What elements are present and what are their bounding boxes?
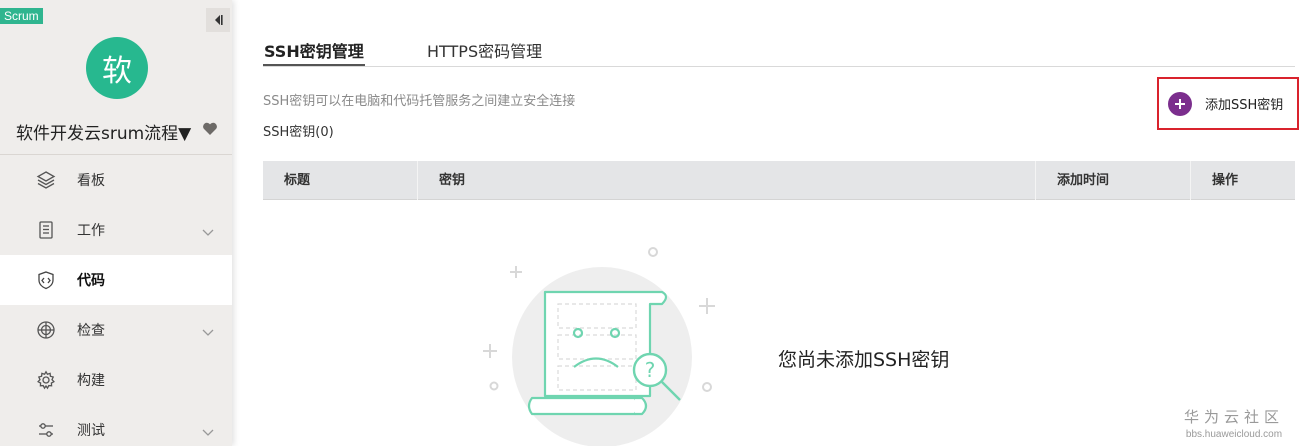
svg-text:?: ? (645, 358, 656, 382)
sidebar-item-code[interactable]: 代码 (0, 255, 232, 305)
sidebar-item-label: 看板 (77, 173, 105, 189)
sidebar-nav: 看板 工作 代码 检查 构建 测试 (0, 155, 232, 446)
ssh-keys-table-header: 标题 密钥 添加时间 操作 (263, 161, 1295, 200)
column-divider (417, 161, 418, 200)
chevron-down-icon[interactable] (202, 324, 214, 342)
column-divider (1035, 161, 1036, 200)
heart-icon[interactable] (202, 122, 218, 141)
plus-icon[interactable] (1168, 91, 1192, 116)
test-switch-icon (36, 420, 56, 440)
tab-bar: SSH密钥管理 HTTPS密码管理 (263, 33, 1295, 67)
document-list-icon (36, 220, 56, 240)
empty-state-illustration: ? (470, 240, 730, 446)
sidebar-item-label: 测试 (77, 423, 105, 439)
column-header-added-time: 添加时间 (1057, 173, 1110, 188)
chevron-down-icon[interactable] (202, 424, 214, 442)
column-header-key: 密钥 (439, 173, 466, 188)
active-tab-indicator (263, 64, 365, 66)
code-shield-icon (36, 270, 56, 290)
sidebar-item-build[interactable]: 构建 (0, 355, 232, 405)
column-header-title: 标题 (284, 173, 311, 188)
empty-state-message: 您尚未添加SSH密钥 (778, 349, 950, 371)
add-ssh-key-button[interactable]: 添加SSH密钥 (1157, 77, 1299, 130)
layers-icon (36, 170, 56, 190)
collapse-icon (215, 15, 223, 25)
sidebar-item-check[interactable]: 检查 (0, 305, 232, 355)
scrum-badge: Scrum (0, 8, 43, 24)
ssh-key-count: SSH密钥(0) (263, 125, 334, 140)
sidebar: Scrum 软 软件开发云srum流程▼ 看板 工作 代码 检查 构建 测试 (0, 0, 232, 446)
sidebar-item-test[interactable]: 测试 (0, 405, 232, 446)
sidebar-item-label: 代码 (77, 273, 105, 289)
column-header-actions: 操作 (1212, 173, 1239, 188)
project-name[interactable]: 软件开发云srum流程▼ (16, 119, 191, 144)
ssh-description: SSH密钥可以在电脑和代码托管服务之间建立安全连接 (263, 94, 576, 109)
tab-https-passwords[interactable]: HTTPS密码管理 (427, 38, 542, 62)
watermark: 华为云社区 bbs.huaweicloud.com (1170, 406, 1298, 440)
sidebar-item-label: 检查 (77, 323, 105, 339)
gear-icon (36, 370, 56, 390)
sidebar-item-label: 构建 (77, 373, 105, 389)
watermark-url: bbs.huaweicloud.com (1185, 429, 1283, 440)
sidebar-item-kanban[interactable]: 看板 (0, 155, 232, 205)
column-divider (1190, 161, 1191, 200)
project-avatar: 软 (86, 37, 148, 99)
chevron-down-icon[interactable] (202, 224, 214, 242)
add-ssh-key-label[interactable]: 添加SSH密钥 (1205, 94, 1283, 113)
watermark-title: 华为云社区 (1183, 408, 1284, 426)
tab-ssh-keys[interactable]: SSH密钥管理 (264, 38, 364, 62)
collapse-sidebar-button[interactable] (206, 8, 230, 32)
sidebar-item-label: 工作 (77, 223, 105, 239)
sidebar-item-work[interactable]: 工作 (0, 205, 232, 255)
radar-icon (36, 320, 56, 340)
project-selector[interactable]: 软件开发云srum流程▼ (16, 118, 226, 144)
